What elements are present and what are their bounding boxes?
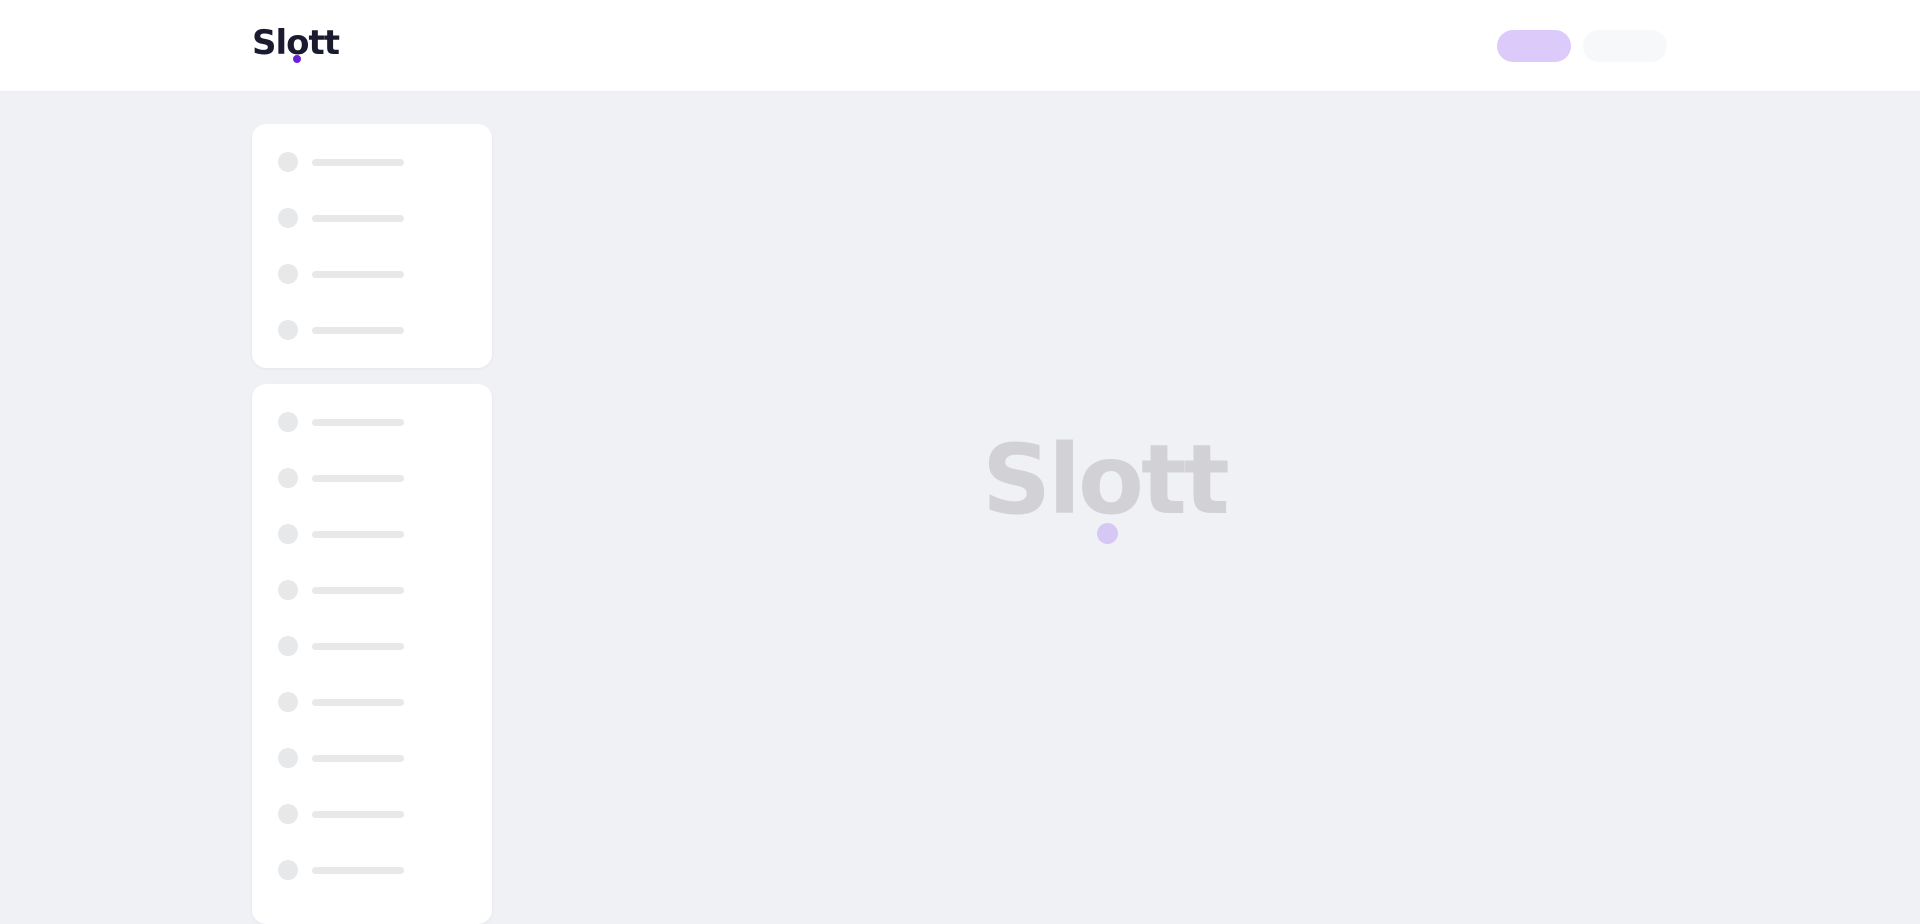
placeholder-label: [312, 755, 404, 762]
sidebar-item-placeholder[interactable]: [278, 262, 478, 286]
top-header: Slott: [0, 0, 1920, 92]
placeholder-icon: [278, 692, 298, 712]
sidebar-item-placeholder[interactable]: [278, 858, 478, 882]
placeholder-label: [312, 327, 404, 334]
sidebar-item-placeholder[interactable]: [278, 318, 478, 342]
placeholder-icon: [278, 468, 298, 488]
placeholder-label: [312, 215, 404, 222]
loading-logo: Slott: [982, 430, 1232, 550]
placeholder-label: [312, 699, 404, 706]
placeholder-label: [312, 475, 404, 482]
placeholder-label: [312, 159, 404, 166]
sidebar-item-placeholder[interactable]: [278, 802, 478, 826]
placeholder-icon: [278, 636, 298, 656]
sidebar-item-placeholder[interactable]: [278, 690, 478, 714]
placeholder-icon: [278, 580, 298, 600]
placeholder-icon: [278, 152, 298, 172]
placeholder-icon: [278, 804, 298, 824]
placeholder-icon: [278, 748, 298, 768]
sidebar-item-placeholder[interactable]: [278, 206, 478, 230]
loading-logo-wordmark: Slott: [982, 424, 1230, 536]
placeholder-label: [312, 587, 404, 594]
sidebar-item-placeholder[interactable]: [278, 410, 478, 434]
placeholder-icon: [278, 860, 298, 880]
placeholder-icon: [278, 208, 298, 228]
placeholder-icon: [278, 320, 298, 340]
placeholder-icon: [278, 524, 298, 544]
sidebar-item-placeholder[interactable]: [278, 150, 478, 174]
sidebar-item-placeholder[interactable]: [278, 466, 478, 490]
placeholder-label: [312, 271, 404, 278]
placeholder-label: [312, 643, 404, 650]
brand-dot: [293, 55, 301, 63]
sidebar-item-placeholder[interactable]: [278, 634, 478, 658]
placeholder-label: [312, 419, 404, 426]
primary-action-button-placeholder[interactable]: [1497, 30, 1571, 62]
brand-logo[interactable]: Slott: [252, 18, 340, 68]
placeholder-icon: [278, 412, 298, 432]
sidebar-item-placeholder[interactable]: [278, 746, 478, 770]
secondary-action-button-placeholder[interactable]: [1583, 30, 1667, 62]
sidebar-item-placeholder[interactable]: [278, 578, 478, 602]
placeholder-icon: [278, 264, 298, 284]
loading-logo-dot: [1097, 523, 1118, 544]
placeholder-label: [312, 867, 404, 874]
sidebar-item-placeholder[interactable]: [278, 522, 478, 546]
placeholder-label: [312, 531, 404, 538]
placeholder-label: [312, 811, 404, 818]
sidebar-group-1: [252, 124, 492, 368]
sidebar-group-2: [252, 384, 492, 924]
